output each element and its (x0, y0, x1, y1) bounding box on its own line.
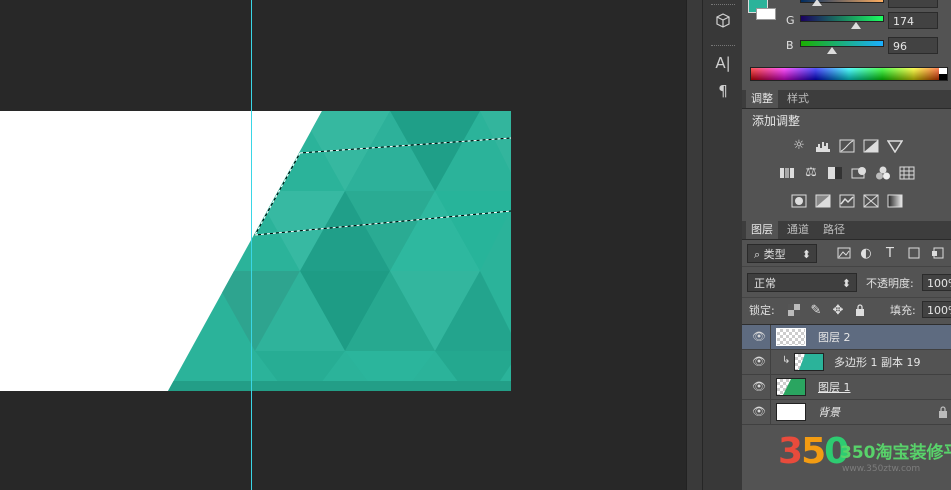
teal-triangle-artwork (168, 111, 511, 391)
strip-grip[interactable] (711, 4, 735, 7)
character-icon[interactable]: A| (709, 52, 737, 74)
layer-row[interactable]: 👁 背景 (742, 400, 951, 425)
fill-label: 填充: (890, 304, 916, 317)
panel-icon-strip: A| ¶ (702, 0, 744, 490)
layer-thumbnail (776, 328, 806, 346)
updown-arrow-icon: ⬍ (801, 248, 811, 261)
threshold-icon[interactable] (839, 194, 855, 208)
background-color-swatch[interactable] (756, 8, 776, 20)
strip-grip[interactable] (711, 45, 735, 48)
lock-transparent-pixels-icon[interactable] (786, 304, 802, 318)
filter-kind-value: 类型 (763, 248, 786, 261)
g-slider-label: G (786, 14, 795, 27)
g-slider-track[interactable] (800, 15, 884, 22)
exposure-icon[interactable] (863, 139, 879, 153)
3d-cube-icon[interactable] (709, 10, 737, 32)
curves-icon[interactable] (839, 139, 855, 153)
opacity-field[interactable]: 100% (922, 274, 951, 291)
photo-filter-icon[interactable] (851, 166, 867, 180)
invert-icon[interactable] (791, 194, 807, 208)
layer-name[interactable]: 图层 2 (818, 325, 851, 350)
g-slider-thumb[interactable] (851, 22, 861, 29)
brightness-contrast-icon[interactable]: ☼ (791, 139, 807, 153)
layer-filter-dropdown[interactable]: ⌕ 类型 ⬍ (747, 244, 817, 263)
hue-saturation-icon[interactable] (779, 166, 795, 180)
g-value-field[interactable]: 174 (888, 12, 938, 29)
watermark-logo: 350 350淘宝装修平台 www.350ztw.com (778, 432, 951, 490)
tab-channels[interactable]: 通道 (782, 221, 814, 239)
layer-row[interactable]: 👁 ↳ 多边形 1 副本 19 (742, 350, 951, 375)
layers-tabs: 图层 通道 路径 (742, 221, 951, 240)
layer-thumbnail (776, 378, 806, 396)
channel-mixer-icon[interactable] (875, 166, 891, 180)
eye-icon[interactable]: 👁 (752, 381, 766, 393)
opacity-label: 不透明度: (866, 277, 914, 290)
layer-thumbnail (794, 353, 824, 371)
paragraph-icon[interactable]: ¶ (709, 80, 737, 102)
layer-row[interactable]: 👁 图层 2 (742, 325, 951, 350)
black-white-icon[interactable] (827, 166, 843, 180)
lock-position-icon[interactable]: ✥ (830, 304, 846, 318)
b-slider-label: B (786, 39, 794, 52)
b-slider-track[interactable] (800, 40, 884, 47)
layer-name[interactable]: 背景 (818, 400, 840, 425)
lock-all-icon[interactable] (852, 304, 868, 318)
fill-field[interactable]: 100% (922, 301, 951, 318)
blend-mode-value: 正常 (754, 277, 776, 290)
r-slider-thumb[interactable] (812, 0, 822, 6)
vertical-guide-line[interactable] (251, 0, 252, 490)
lock-icon (938, 406, 948, 421)
b-slider-thumb[interactable] (827, 47, 837, 54)
watermark-url: www.350ztw.com (842, 464, 921, 474)
gradient-map-icon[interactable] (887, 194, 903, 208)
r-value-field[interactable] (888, 0, 938, 8)
tab-styles[interactable]: 样式 (782, 90, 814, 108)
filter-smart-object-icon[interactable] (930, 247, 946, 261)
add-adjustment-heading: 添加调整 (752, 114, 801, 128)
canvas-scrollbar[interactable] (686, 0, 703, 490)
eye-icon[interactable]: 👁 (752, 406, 766, 418)
updown-arrow-icon: ⬍ (841, 277, 851, 290)
adjustments-panel: 调整 样式 添加调整 ☼ ⚖ (742, 90, 951, 220)
right-panels: G 174 B 96 调整 样式 添加调整 ☼ ⚖ 图层 通道 路径 ⌕ 类型 … (742, 0, 951, 490)
search-icon: ⌕ (754, 248, 764, 261)
tab-layers[interactable]: 图层 (746, 221, 778, 239)
eye-icon[interactable]: 👁 (752, 356, 766, 368)
filter-type-icon[interactable]: T (882, 247, 898, 261)
color-balance-icon[interactable]: ⚖ (803, 166, 819, 180)
document-canvas[interactable] (0, 111, 511, 391)
tab-paths[interactable]: 路径 (818, 221, 850, 239)
layer-thumbnail (776, 403, 806, 421)
layer-name[interactable]: 多边形 1 副本 19 (834, 350, 921, 375)
color-spectrum-bar[interactable] (750, 67, 948, 81)
watermark-text: 350淘宝装修平台 (840, 443, 951, 463)
filter-shape-icon[interactable] (906, 247, 922, 261)
posterize-icon[interactable] (815, 194, 831, 208)
clipping-mask-icon: ↳ (782, 355, 791, 366)
color-panel: G 174 B 96 (742, 0, 951, 90)
vibrance-icon[interactable] (886, 139, 904, 154)
layer-row[interactable]: 👁 图层 1 (742, 375, 951, 400)
selective-color-icon[interactable] (863, 194, 879, 208)
lock-image-pixels-icon[interactable]: ✎ (808, 304, 824, 318)
tab-adjustments[interactable]: 调整 (746, 90, 778, 108)
adjustments-tabs: 调整 样式 (742, 90, 951, 109)
eye-icon[interactable]: 👁 (752, 331, 766, 343)
filter-pixel-icon[interactable] (836, 247, 852, 261)
blend-mode-dropdown[interactable]: 正常 ⬍ (747, 273, 857, 292)
document-canvas-area[interactable] (0, 0, 686, 490)
color-lookup-icon[interactable] (899, 166, 915, 180)
filter-adjustment-icon[interactable]: ◐ (858, 247, 874, 261)
b-value-field[interactable]: 96 (888, 37, 938, 54)
layer-name[interactable]: 图层 1 (818, 375, 851, 400)
lock-label: 锁定: (749, 304, 775, 317)
levels-icon[interactable] (815, 139, 831, 153)
